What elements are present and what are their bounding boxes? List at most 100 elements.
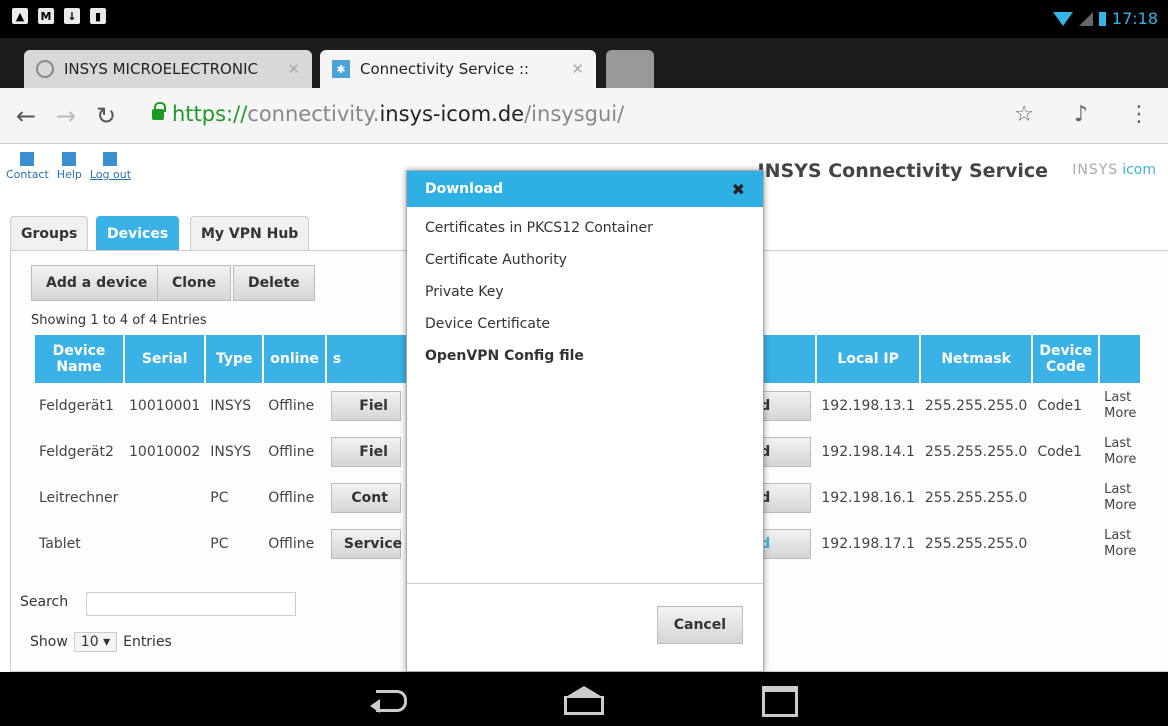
col-serial[interactable]: Serial xyxy=(125,335,205,383)
option-private-key[interactable]: Private Key xyxy=(425,279,745,311)
close-tab-icon[interactable]: ✕ xyxy=(571,60,584,78)
cell-name: Leitrechner xyxy=(39,490,119,506)
more-text: More xyxy=(1104,406,1137,421)
col-local-ip[interactable]: Local IP xyxy=(817,335,919,383)
col-last xyxy=(1100,335,1141,383)
cell-netmask: 255.255.255.0 xyxy=(924,536,1028,552)
last-text: Last xyxy=(1104,390,1132,405)
browser-tab-strip: INSYS MICROELECTRONIC ✕ ✱ Connectivity S… xyxy=(0,38,1168,88)
top-links: Contact Help Log out xyxy=(6,152,131,181)
battery-icon xyxy=(1098,11,1106,26)
cell-local-ip: 192.198.16.1 xyxy=(821,490,915,506)
col-netmask[interactable]: Netmask xyxy=(920,335,1032,383)
recent-apps-icon[interactable] xyxy=(760,686,806,717)
cell-local-ip: 192.198.17.1 xyxy=(821,536,915,552)
entries-selector: Show 10 ▾ Entries xyxy=(30,632,172,652)
entries-select[interactable]: 10 ▾ xyxy=(73,632,118,652)
dropdown-arrow-icon: ▾ xyxy=(103,634,111,650)
help-link[interactable]: Help xyxy=(57,152,82,181)
more-text: More xyxy=(1104,498,1137,513)
close-icon[interactable]: ✖ xyxy=(732,180,745,199)
device-action-button[interactable]: Cont xyxy=(330,483,401,513)
cell-local-ip: 192.198.13.1 xyxy=(821,398,915,414)
col-online[interactable]: online xyxy=(264,335,325,383)
device-action-button[interactable]: Fiel xyxy=(330,437,401,467)
reload-icon[interactable]: ↻ xyxy=(86,102,126,130)
contact-label: Contact xyxy=(6,168,49,181)
microphone-icon[interactable]: ♪ xyxy=(1074,102,1088,127)
mail-icon: M xyxy=(38,8,54,24)
delete-button[interactable]: Delete xyxy=(233,265,315,301)
showing-entries-text: Showing 1 to 4 of 4 Entries xyxy=(31,313,207,328)
cell-type: INSYS xyxy=(210,444,252,460)
option-openvpn-config[interactable]: OpenVPN Config file xyxy=(425,343,745,375)
help-label: Help xyxy=(56,168,82,181)
clone-button[interactable]: Clone xyxy=(157,265,232,301)
cell-last[interactable]: Last More xyxy=(1100,429,1140,475)
dialog-header: Download ✖ xyxy=(407,171,763,207)
cell-online: Offline xyxy=(268,398,315,414)
mail-icon xyxy=(20,152,35,166)
dialog-footer: Cancel xyxy=(407,583,763,671)
dialog-title: Download xyxy=(425,181,504,197)
logout-link[interactable]: Log out xyxy=(90,152,131,181)
tab-vpn-hub[interactable]: My VPN Hub xyxy=(190,216,310,250)
contact-link[interactable]: Contact xyxy=(6,152,49,181)
cell-netmask: 255.255.255.0 xyxy=(924,490,1028,506)
home-icon[interactable] xyxy=(560,686,606,715)
cell-last[interactable]: Last More xyxy=(1100,383,1140,429)
cell-code xyxy=(1033,521,1098,567)
cell-serial xyxy=(125,475,204,521)
address-bar: ← → ↻ https://connectivity.insys-icom.de… xyxy=(0,88,1168,144)
star-icon[interactable]: ☆ xyxy=(1014,102,1034,127)
cell-serial: 10010002 xyxy=(129,444,201,460)
bag-icon: ▮ xyxy=(90,8,106,24)
cell-last[interactable]: Last More xyxy=(1100,521,1140,567)
cell-code: Code1 xyxy=(1037,444,1083,460)
tab-title: Connectivity Service :: xyxy=(360,60,530,78)
tab-devices[interactable]: Devices xyxy=(96,216,180,250)
cancel-button[interactable]: Cancel xyxy=(656,606,743,644)
cell-code: Code1 xyxy=(1037,398,1083,414)
entries-label: Entries xyxy=(123,634,172,650)
cell-last[interactable]: Last More xyxy=(1100,475,1140,521)
add-device-button[interactable]: Add a device xyxy=(31,265,163,301)
status-right: 17:18 xyxy=(1052,9,1158,28)
search-label: Search xyxy=(20,594,69,610)
cell-type: PC xyxy=(210,536,229,552)
option-pkcs12[interactable]: Certificates in PKCS12 Container xyxy=(425,215,745,247)
close-tab-icon[interactable]: ✕ xyxy=(287,60,300,78)
last-text: Last xyxy=(1104,482,1132,497)
url-field[interactable]: https://connectivity.insys-icom.de/insys… xyxy=(172,102,624,126)
notification-icons: ▲ M ↓ ▮ xyxy=(12,8,106,24)
forward-arrow-icon[interactable]: → xyxy=(46,102,86,130)
insys-icom-logo: INSYS icom xyxy=(1072,162,1156,178)
option-device-certificate[interactable]: Device Certificate xyxy=(425,311,745,343)
search-input[interactable] xyxy=(86,592,296,616)
back-arrow-icon[interactable]: ← xyxy=(6,102,46,130)
tab-groups[interactable]: Groups xyxy=(10,216,89,250)
url-path: /insysgui/ xyxy=(524,102,625,126)
logo-icom: icom xyxy=(1122,162,1156,178)
last-text: Last xyxy=(1104,436,1132,451)
cell-online: Offline xyxy=(268,444,315,460)
browser-tab-insys[interactable]: INSYS MICROELECTRONIC ✕ xyxy=(24,50,312,88)
col-device-name[interactable]: Device Name xyxy=(35,335,123,383)
back-icon[interactable] xyxy=(370,686,416,713)
device-action-button[interactable]: Service xyxy=(330,529,402,559)
tab-title: INSYS MICROELECTRONIC xyxy=(64,60,258,78)
cell-local-ip: 192.198.14.1 xyxy=(821,444,915,460)
more-text: More xyxy=(1104,544,1137,559)
browser-tab-connectivity[interactable]: ✱ Connectivity Service :: ✕ xyxy=(320,50,596,88)
menu-icon[interactable]: ⋮ xyxy=(1128,102,1150,127)
logout-icon xyxy=(103,152,118,166)
clock: 17:18 xyxy=(1111,9,1158,28)
col-device-code[interactable]: Device Code xyxy=(1033,335,1099,383)
wifi-icon xyxy=(1052,11,1073,26)
device-action-button[interactable]: Fiel xyxy=(330,391,401,421)
cell-type: INSYS xyxy=(210,398,252,414)
new-tab-button[interactable] xyxy=(606,50,654,88)
option-ca[interactable]: Certificate Authority xyxy=(425,247,745,279)
col-type[interactable]: Type xyxy=(206,335,263,383)
download-icon: ↓ xyxy=(64,8,80,24)
